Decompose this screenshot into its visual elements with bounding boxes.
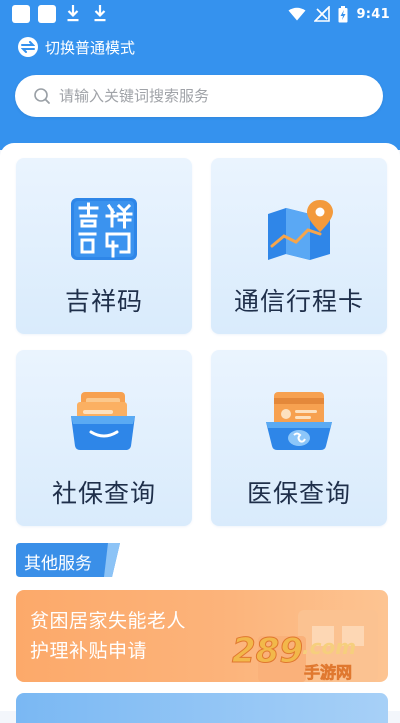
mode-switch-label: 切换普通模式 — [45, 38, 136, 57]
service-card-medical-insurance[interactable]: 医保查询 — [211, 350, 387, 526]
jixiang-code-icon — [71, 198, 137, 260]
social-security-box-icon — [71, 392, 135, 450]
service-banner-next[interactable] — [16, 693, 388, 723]
other-services-title: 其他服务 — [24, 554, 92, 574]
banner-title-line2: 护理补贴申请 — [30, 640, 148, 662]
travel-map-icon — [268, 200, 333, 260]
wifi-icon — [288, 7, 306, 21]
download-icon — [94, 5, 106, 22]
watermark-sub: 手游网 — [304, 663, 352, 682]
no-signal-icon — [314, 6, 331, 22]
mode-switch-button[interactable]: 切换普通模式 — [18, 36, 135, 58]
other-services-heading: 其他服务 — [16, 543, 120, 577]
watermark-suffix: .com — [302, 635, 356, 659]
notification-app-icon — [38, 5, 56, 23]
battery-charging-icon — [338, 5, 348, 22]
notification-app-icon — [12, 5, 30, 23]
search-bar[interactable] — [15, 75, 383, 117]
service-label: 社保查询 — [51, 479, 156, 508]
download-icon — [67, 5, 79, 22]
medical-insurance-card-icon — [266, 392, 332, 450]
service-label: 通信行程卡 — [233, 287, 364, 316]
banner-title-line1: 贫困居家失能老人 — [30, 610, 187, 632]
site-watermark-logo: 289 .com 手游网 — [232, 631, 357, 683]
service-label: 吉祥码 — [64, 287, 143, 316]
service-card-jixiang-code[interactable]: 吉祥码 — [16, 158, 192, 334]
service-label: 医保查询 — [246, 479, 351, 508]
search-icon — [34, 88, 50, 104]
status-bar: 9:41 — [0, 0, 400, 28]
status-time: 9:41 — [356, 6, 390, 22]
service-card-travel-card[interactable]: 通信行程卡 — [211, 158, 387, 334]
switch-icon — [18, 37, 38, 57]
service-card-social-security[interactable]: 社保查询 — [16, 350, 192, 526]
search-input[interactable] — [57, 86, 361, 106]
watermark-main: 289 — [232, 631, 303, 671]
